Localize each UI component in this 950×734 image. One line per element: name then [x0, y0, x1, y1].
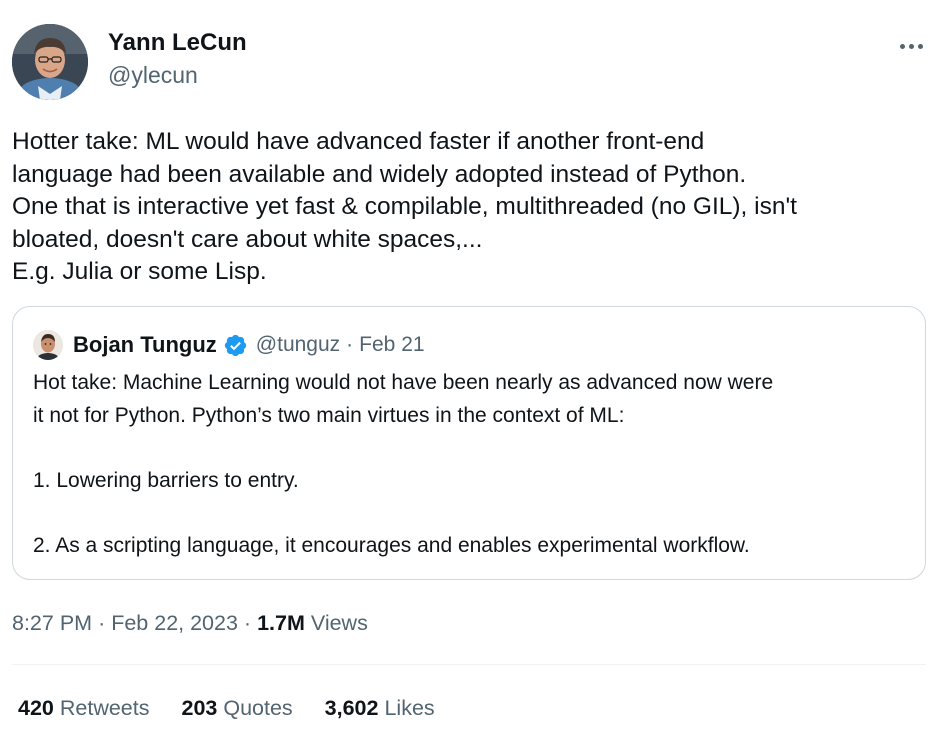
tweet-stats: 420 Retweets 203 Quotes 3,602 Likes	[18, 693, 467, 723]
quoted-text-blank	[33, 497, 913, 530]
tweet-header: Yann LeCun @ylecun	[12, 20, 938, 106]
quotes-link[interactable]: 203 Quotes	[181, 693, 292, 723]
more-options-button[interactable]	[898, 38, 926, 58]
quoted-text-line: 1. Lowering barriers to entry.	[33, 468, 299, 492]
quoted-date: Feb 21	[359, 333, 425, 356]
tweet-text-line: language had been available and widely a…	[12, 160, 747, 188]
tweet-text-line: Hotter take: ML would have advanced fast…	[12, 128, 705, 155]
quotes-count: 203	[181, 696, 218, 720]
quoted-tweet-text: Hot take: Machine Learning would not hav…	[33, 367, 913, 562]
quoted-author-avatar	[33, 330, 63, 360]
tweet-text-line: E.g. Julia or some Lisp.	[12, 258, 267, 285]
tweet-meta: 8:27 PM · Feb 22, 2023 · 1.7M Views	[12, 608, 368, 638]
quotes-label: Quotes	[223, 696, 293, 720]
quoted-author-name: Bojan Tunguz	[73, 332, 217, 357]
quoted-author-handle: @tunguz	[255, 333, 341, 356]
author-name[interactable]: Yann LeCun	[108, 28, 247, 58]
views-count: 1.7M	[257, 611, 305, 635]
verified-badge-icon	[224, 334, 246, 356]
views-label: Views	[310, 611, 368, 635]
quoted-text-line: it not for Python. Python’s two main vir…	[33, 403, 625, 427]
quoted-author-avatar-image	[33, 330, 63, 360]
meta-separator: ·	[98, 611, 106, 635]
retweets-link[interactable]: 420 Retweets	[18, 693, 149, 723]
stats-divider	[12, 664, 926, 665]
likes-link[interactable]: 3,602 Likes	[325, 693, 435, 723]
author-avatar[interactable]	[12, 24, 88, 100]
retweets-label: Retweets	[59, 696, 150, 720]
quoted-separator: ·	[346, 333, 354, 356]
tweet: Yann LeCun @ylecun Hotter take: ML would…	[0, 0, 950, 734]
retweets-count: 420	[18, 696, 54, 720]
quoted-text-blank	[33, 432, 913, 465]
quoted-text-line: 2. As a scripting language, it encourage…	[33, 533, 750, 557]
author-info: Yann LeCun @ylecun	[108, 28, 247, 90]
meta-separator: ·	[243, 611, 252, 635]
likes-label: Likes	[384, 696, 435, 720]
tweet-time[interactable]: 8:27 PM	[12, 611, 92, 635]
quoted-text-line: Hot take: Machine Learning would not hav…	[33, 371, 774, 394]
likes-count: 3,602	[324, 696, 379, 720]
tweet-date[interactable]: Feb 22, 2023	[111, 611, 238, 635]
author-handle[interactable]: @ylecun	[108, 60, 247, 90]
tweet-text-line: bloated, doesn't care about white spaces…	[12, 225, 483, 253]
tweet-text-line: One that is interactive yet fast & compi…	[12, 193, 797, 220]
tweet-text: Hotter take: ML would have advanced fast…	[12, 126, 938, 289]
quoted-tweet-card[interactable]: Bojan Tunguz @tunguz · Feb 21 Hot take: …	[12, 306, 926, 580]
quoted-tweet-header: Bojan Tunguz @tunguz · Feb 21	[33, 327, 425, 363]
author-avatar-image	[12, 24, 88, 100]
